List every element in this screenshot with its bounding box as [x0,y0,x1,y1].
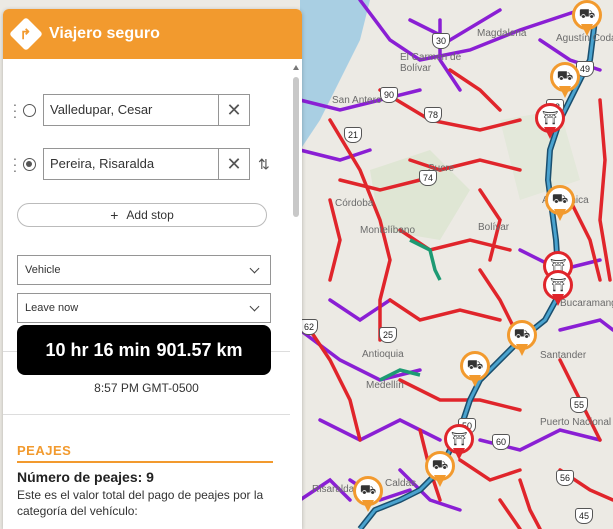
map-label: Bolívar [478,222,510,233]
destination-input[interactable]: Pereira, Risaralda ✕ [43,148,250,180]
vehicle-select-value: Vehicle [25,264,61,276]
map-label: Risaralda [312,484,355,495]
tolls-count-label: Número de peajes: [17,469,143,485]
road-shield: 90 [380,87,399,103]
toll-pin[interactable]: ⛟ [425,451,455,489]
panel-body: · · · Valledupar, Cesar ✕ · · · Pereira, Ris… [3,59,302,529]
toll-pin[interactable]: ⛟ [507,320,537,358]
map-label: Magdalena [477,28,527,39]
route-panel: ↱ Viajero seguro · · · Valledupar, Cesar ✕… [3,9,302,529]
road-shield: 25 [379,327,398,343]
close-icon: ✕ [226,99,242,120]
clear-origin-button[interactable]: ✕ [218,95,249,125]
road-shield: 78 [424,107,443,123]
chevron-down-icon [249,301,260,312]
stop-row-destination: · · · Pereira, Risaralda ✕ ⇅ [11,148,270,180]
departure-select-value: Leave now [25,302,79,314]
chevron-down-icon [249,263,260,274]
map-label: Santander [540,350,587,361]
map-label: San Antero [332,95,382,106]
map-label: Medellín [366,380,404,391]
road-shield: 74 [419,170,438,186]
tolls-count: Número de peajes: 9 [17,469,154,485]
toll-pin[interactable]: ⛩ [543,270,573,308]
app-title: Viajero seguro [49,25,160,42]
road-shield: 62 [300,319,319,335]
toll-pin[interactable]: ⛟ [572,0,602,38]
route-summary: 10 hr 16 min 901.57 km [17,325,271,375]
map-label: Antioquia [362,349,404,360]
add-stop-button[interactable]: + Add stop [17,203,267,227]
panel-header: ↱ Viajero seguro [3,9,302,59]
add-stop-label: Add stop [126,208,174,222]
tolls-description: Este es el valor total del pago de peaje… [17,488,264,518]
vehicle-select[interactable]: Vehicle [17,255,271,285]
drag-handle-icon[interactable]: · · · [11,97,19,123]
stop-row-origin: · · · Valledupar, Cesar ✕ [11,94,250,126]
stop-radio[interactable] [23,157,36,171]
swap-stops-icon[interactable]: ⇅ [258,156,270,173]
origin-input-text[interactable]: Valledupar, Cesar [44,95,218,125]
map-label: Caldas [385,478,417,489]
route-distance: 901.57 km [156,339,243,360]
scrollbar-thumb[interactable] [293,77,299,217]
drag-handle-icon[interactable]: · · · [11,151,19,177]
road-shield: 21 [344,127,363,143]
map-label: Puerto Nacional [540,417,612,428]
toll-pin[interactable]: ⛩ [535,103,565,141]
stop-radio[interactable] [23,103,36,117]
map-label: Montelíbano [360,225,416,236]
road-shield: 60 [492,434,511,450]
map-label: El Carmen de Bolívar [400,52,462,74]
close-icon: ✕ [226,153,242,174]
toll-pin[interactable]: ⛟ [545,185,575,223]
arrival-time: 8:57 PM GMT-0500 [94,381,199,395]
directions-icon: ↱ [9,17,43,51]
divider [3,414,290,415]
road-shield: 45 [575,508,594,524]
tolls-count-value: 9 [146,469,154,485]
road-shield: 56 [556,470,575,486]
route-duration: 10 hr 16 min [45,339,151,360]
road-shield: 55 [570,397,589,413]
scrollbar[interactable] [292,61,300,527]
scroll-up-icon[interactable] [293,65,299,70]
plus-icon: + [110,207,119,223]
origin-input[interactable]: Valledupar, Cesar ✕ [43,94,250,126]
tolls-section-title: PEAJES [17,443,72,458]
map-label: Córdoba [335,198,374,209]
tolls-title-underline [17,461,273,463]
destination-input-text[interactable]: Pereira, Risaralda [44,149,218,179]
clear-destination-button[interactable]: ✕ [218,149,249,179]
toll-pin[interactable]: ⛟ [550,62,580,100]
toll-pin[interactable]: ⛟ [460,351,490,389]
road-shield: 30 [432,33,451,49]
toll-pin[interactable]: ⛟ [353,476,383,514]
departure-select[interactable]: Leave now [17,293,271,323]
app-logo: ↱ [9,17,43,51]
